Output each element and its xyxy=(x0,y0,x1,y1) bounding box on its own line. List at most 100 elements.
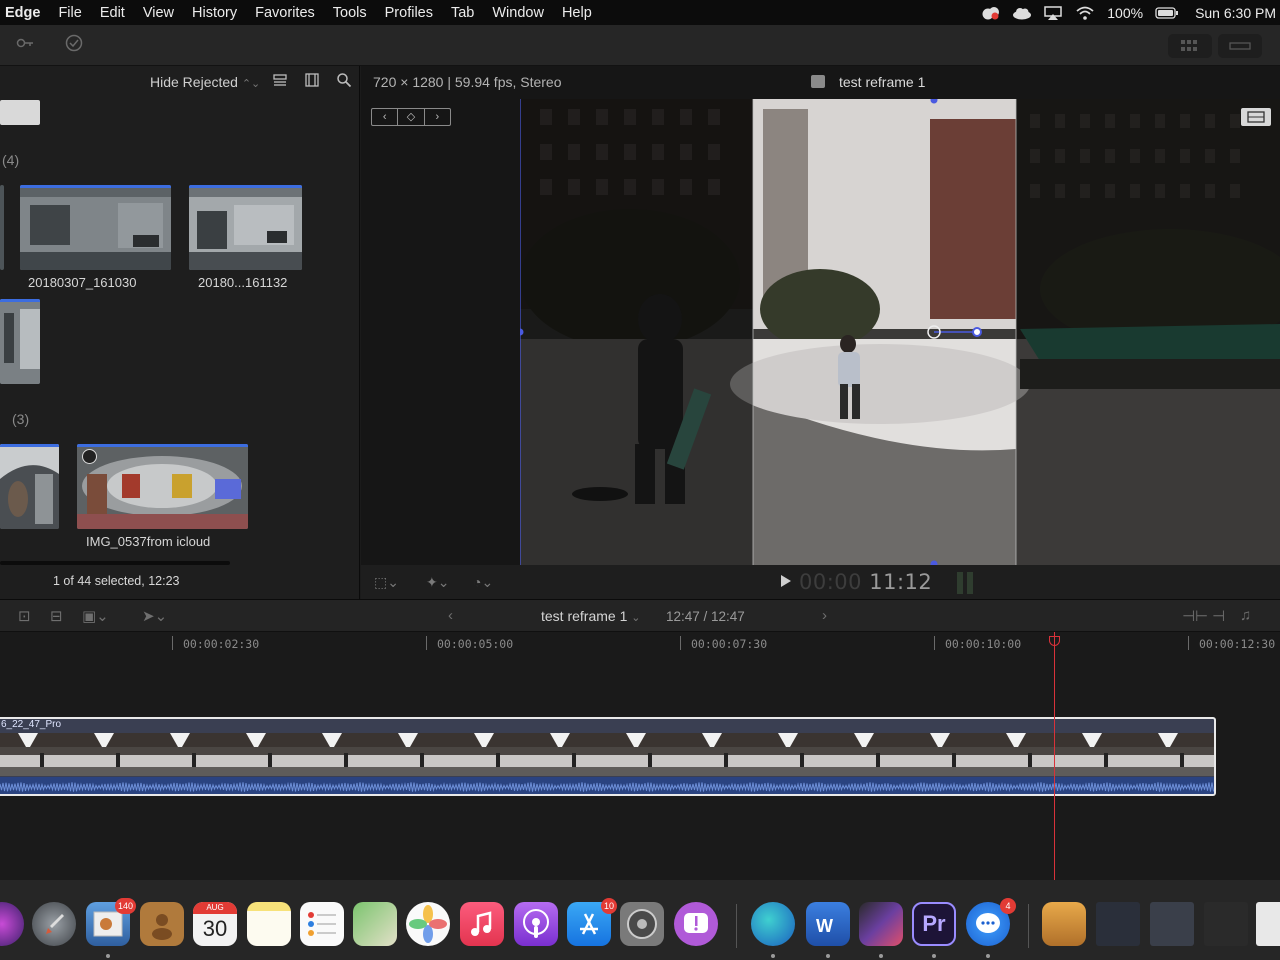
clip-thumbnail[interactable] xyxy=(189,185,302,270)
checkmark-circle-icon[interactable] xyxy=(63,33,85,55)
clip-range-bar xyxy=(0,299,40,302)
insert-clip-icon[interactable]: ⊟ xyxy=(50,607,63,625)
maps-icon[interactable] xyxy=(353,902,397,946)
key-icon[interactable] xyxy=(14,33,36,55)
reminders-icon[interactable] xyxy=(300,902,344,946)
filmstrip-frame xyxy=(608,733,684,776)
menu-tools[interactable]: Tools xyxy=(324,5,376,21)
window-thumbnail-icon[interactable] xyxy=(1150,902,1194,946)
menu-help[interactable]: Help xyxy=(553,5,601,21)
filter-label: Hide Rejected xyxy=(150,74,238,90)
contacts-icon[interactable] xyxy=(140,902,184,946)
mail-stamp-icon[interactable]: 140 xyxy=(86,898,136,946)
clip-thumbnail[interactable] xyxy=(0,444,59,529)
launchpad-rocket-icon[interactable] xyxy=(32,902,76,946)
wifi-icon[interactable] xyxy=(1075,6,1095,20)
timecode-display[interactable]: 00:00 11:12 xyxy=(799,570,932,594)
clapper-icon xyxy=(811,75,825,88)
reframe-toggle-icon[interactable] xyxy=(1241,108,1271,126)
messenger-icon[interactable]: 4 xyxy=(966,898,1016,946)
menu-app-edge[interactable]: Edge xyxy=(0,5,49,21)
menu-window[interactable]: Window xyxy=(483,5,553,21)
podcasts-icon[interactable] xyxy=(514,902,558,946)
clip-thumbnail[interactable] xyxy=(20,185,171,270)
skimming-icon[interactable]: ⊣⊢ xyxy=(1182,607,1208,625)
siri-icon[interactable] xyxy=(0,902,24,946)
headphones-icon[interactable]: ♫ xyxy=(1240,607,1251,624)
menu-history[interactable]: History xyxy=(183,5,246,21)
group-count: (3) xyxy=(12,411,30,427)
clip-thumbnail[interactable] xyxy=(0,185,4,270)
menu-edit[interactable]: Edit xyxy=(91,5,134,21)
connect-clip-icon[interactable]: ⊡ xyxy=(18,607,31,625)
window-thumbnail-icon[interactable] xyxy=(1096,902,1140,946)
menubar-clock[interactable]: Sun 6:30 PM xyxy=(1195,5,1276,21)
creative-cloud-icon[interactable] xyxy=(979,6,1000,20)
clip-filmstrip xyxy=(0,733,1214,776)
history-forward-icon[interactable]: › xyxy=(822,607,827,624)
airplay-icon[interactable] xyxy=(1043,5,1063,20)
filmstrip-icon[interactable] xyxy=(302,72,322,92)
window-thumbnail-icon[interactable] xyxy=(1204,902,1248,946)
timeline-clip[interactable]: 6_22_47_Pro xyxy=(0,717,1216,796)
video-canvas[interactable] xyxy=(520,99,1280,565)
running-indicator xyxy=(932,954,936,958)
messenger-badge: 4 xyxy=(1000,898,1016,914)
playhead[interactable] xyxy=(1054,632,1055,880)
add-keyframe-button[interactable]: ◇ xyxy=(398,109,425,125)
ruler-tick xyxy=(934,636,935,650)
photos-icon[interactable] xyxy=(406,902,450,946)
list-view-button[interactable] xyxy=(1218,34,1262,58)
notes-icon[interactable] xyxy=(247,902,291,946)
filmstrip-frame xyxy=(684,733,760,776)
word-icon[interactable]: W xyxy=(806,902,850,946)
clip-range-bar xyxy=(77,444,248,447)
ruler-tick xyxy=(426,636,427,650)
menu-file[interactable]: File xyxy=(49,5,90,21)
select-tool-icon[interactable]: ➤⌄ xyxy=(142,607,167,625)
enhance-icon[interactable]: ✦⌄ xyxy=(426,574,449,591)
transform-icon[interactable]: ⬚⌄ xyxy=(374,574,399,591)
system-preferences-icon[interactable] xyxy=(620,902,664,946)
timeline-project-title[interactable]: test reframe 1 ⌄ xyxy=(541,608,640,624)
app-store-icon[interactable]: 10 xyxy=(567,898,617,946)
premiere-pro-icon[interactable]: Pr xyxy=(912,902,956,946)
clip-thumbnail-selected[interactable] xyxy=(77,444,248,529)
timeline[interactable]: 00:00:02:30 00:00:05:00 00:00:07:30 00:0… xyxy=(0,632,1280,880)
filter-popup[interactable]: Hide Rejected ⌃⌄ xyxy=(150,74,260,90)
speed-icon[interactable]: ◔⌄ xyxy=(473,574,493,591)
clip-appearance-icon[interactable] xyxy=(270,72,290,92)
edge-browser-icon[interactable] xyxy=(751,902,795,946)
clip-thumbnail[interactable] xyxy=(0,299,40,384)
play-button[interactable] xyxy=(781,575,791,587)
browser-scrollbar[interactable] xyxy=(0,561,230,565)
ruler-tick xyxy=(172,636,173,650)
menu-favorites[interactable]: Favorites xyxy=(246,5,324,21)
menu-view[interactable]: View xyxy=(134,5,183,21)
filmstrip-frame xyxy=(228,733,304,776)
feedback-assistant-icon[interactable] xyxy=(674,902,718,946)
browser-header: Hide Rejected ⌃⌄ xyxy=(0,66,359,99)
clip-thumbnail[interactable] xyxy=(0,100,40,125)
music-icon[interactable] xyxy=(460,902,504,946)
archive-box-icon[interactable] xyxy=(1042,902,1086,946)
final-cut-pro-icon[interactable] xyxy=(859,902,903,946)
audio-skimming-icon[interactable]: ⊣ xyxy=(1212,607,1225,625)
window-thumbnail-icon[interactable] xyxy=(1256,902,1280,946)
filmstrip-frame xyxy=(380,733,456,776)
menu-tab[interactable]: Tab xyxy=(442,5,483,21)
battery-icon[interactable] xyxy=(1155,6,1179,20)
icloud-icon[interactable] xyxy=(1011,6,1032,20)
history-back-icon[interactable]: ‹ xyxy=(448,607,453,624)
ruler-tick xyxy=(680,636,681,650)
360-badge-icon xyxy=(82,449,97,464)
ruler-label: 00:00:05:00 xyxy=(437,637,514,651)
search-icon[interactable] xyxy=(334,72,354,92)
next-keyframe-button[interactable]: › xyxy=(425,109,450,125)
overwrite-clip-icon[interactable]: ▣⌄ xyxy=(82,607,109,625)
previous-keyframe-button[interactable]: ‹ xyxy=(372,109,399,125)
menu-profiles[interactable]: Profiles xyxy=(376,5,442,21)
playhead-handle[interactable] xyxy=(1049,636,1060,646)
calendar-icon[interactable]: AUG 30 xyxy=(193,902,237,946)
grid-view-button[interactable] xyxy=(1168,34,1212,58)
